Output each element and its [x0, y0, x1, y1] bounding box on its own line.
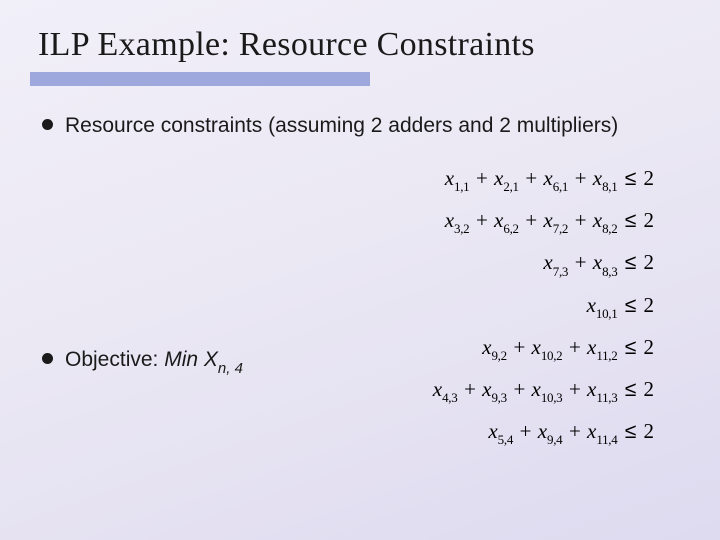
- bullet-2: Objective: Min Xn, 4: [42, 346, 243, 377]
- var: + x: [562, 377, 596, 401]
- sub: 9,3: [491, 390, 506, 405]
- rhs: 2: [638, 377, 654, 401]
- leq-icon: ≤: [623, 420, 639, 443]
- sub: 7,3: [553, 264, 568, 279]
- sub: 8,1: [602, 179, 617, 194]
- var: + x: [562, 335, 596, 359]
- var: x: [433, 377, 442, 401]
- rhs: 2: [638, 250, 654, 274]
- leq-icon: ≤: [623, 167, 639, 190]
- constraint-row-4: x10,1 ≤ 2: [294, 293, 654, 321]
- rhs: 2: [638, 208, 654, 232]
- bullet-1-text: Resource constraints (assuming 2 adders …: [65, 112, 618, 139]
- sub: 11,3: [596, 390, 617, 405]
- rhs: 2: [638, 335, 654, 359]
- slide-title: ILP Example: Resource Constraints: [38, 26, 535, 64]
- sub: 6,2: [503, 221, 518, 236]
- var: + x: [568, 166, 602, 190]
- constraint-row-3: x7,3 + x8,3 ≤ 2: [294, 250, 654, 278]
- var: x: [488, 419, 497, 443]
- sub: 11,4: [596, 432, 617, 447]
- rhs: 2: [638, 419, 654, 443]
- constraint-row-6: x4,3 + x9,3 + x10,3 + x11,3 ≤ 2: [294, 377, 654, 405]
- sub: 11,2: [596, 348, 617, 363]
- sub: 8,3: [602, 264, 617, 279]
- sub: 9,2: [491, 348, 506, 363]
- leq-icon: ≤: [623, 336, 639, 359]
- var: + x: [507, 377, 541, 401]
- objective-label: Objective:: [65, 348, 164, 371]
- var: + x: [568, 250, 602, 274]
- bullet-1: Resource constraints (assuming 2 adders …: [42, 112, 618, 139]
- title-underline: [30, 72, 370, 86]
- var: + x: [513, 419, 547, 443]
- sub: 3,2: [454, 221, 469, 236]
- var: + x: [507, 335, 541, 359]
- var: + x: [457, 377, 491, 401]
- var: + x: [469, 166, 503, 190]
- objective-sub: n, 4: [218, 360, 243, 377]
- sub: 2,1: [503, 179, 518, 194]
- sub: 1,1: [454, 179, 469, 194]
- sub: 7,2: [553, 221, 568, 236]
- var: + x: [568, 208, 602, 232]
- sub: 6,1: [553, 179, 568, 194]
- bullet-icon: [42, 353, 53, 364]
- sub: 4,3: [442, 390, 457, 405]
- var: + x: [562, 419, 596, 443]
- constraint-row-7: x5,4 + x9,4 + x11,4 ≤ 2: [294, 419, 654, 447]
- leq-icon: ≤: [623, 209, 639, 232]
- var: x: [445, 166, 454, 190]
- rhs: 2: [638, 293, 654, 317]
- var: + x: [519, 208, 553, 232]
- sub: 10,3: [541, 390, 563, 405]
- sub: 9,4: [547, 432, 562, 447]
- var: x: [445, 208, 454, 232]
- bullet-2-text: Objective: Min Xn, 4: [65, 346, 243, 377]
- constraint-row-1: x1,1 + x2,1 + x6,1 + x8,1 ≤ 2: [294, 166, 654, 194]
- sub: 8,2: [602, 221, 617, 236]
- var: x: [543, 250, 552, 274]
- bullet-icon: [42, 119, 53, 130]
- sub: 5,4: [498, 432, 513, 447]
- var: + x: [519, 166, 553, 190]
- leq-icon: ≤: [623, 251, 639, 274]
- var: + x: [469, 208, 503, 232]
- sub: 10,2: [541, 348, 563, 363]
- objective-expr: Min X: [164, 348, 218, 371]
- leq-icon: ≤: [623, 294, 639, 317]
- rhs: 2: [638, 166, 654, 190]
- constraint-row-5: x9,2 + x10,2 + x11,2 ≤ 2: [294, 335, 654, 363]
- leq-icon: ≤: [623, 378, 639, 401]
- var: x: [587, 293, 596, 317]
- constraint-equations: x1,1 + x2,1 + x6,1 + x8,1 ≤ 2 x3,2 + x6,…: [294, 166, 654, 447]
- sub: 10,1: [596, 306, 618, 321]
- constraint-row-2: x3,2 + x6,2 + x7,2 + x8,2 ≤ 2: [294, 208, 654, 236]
